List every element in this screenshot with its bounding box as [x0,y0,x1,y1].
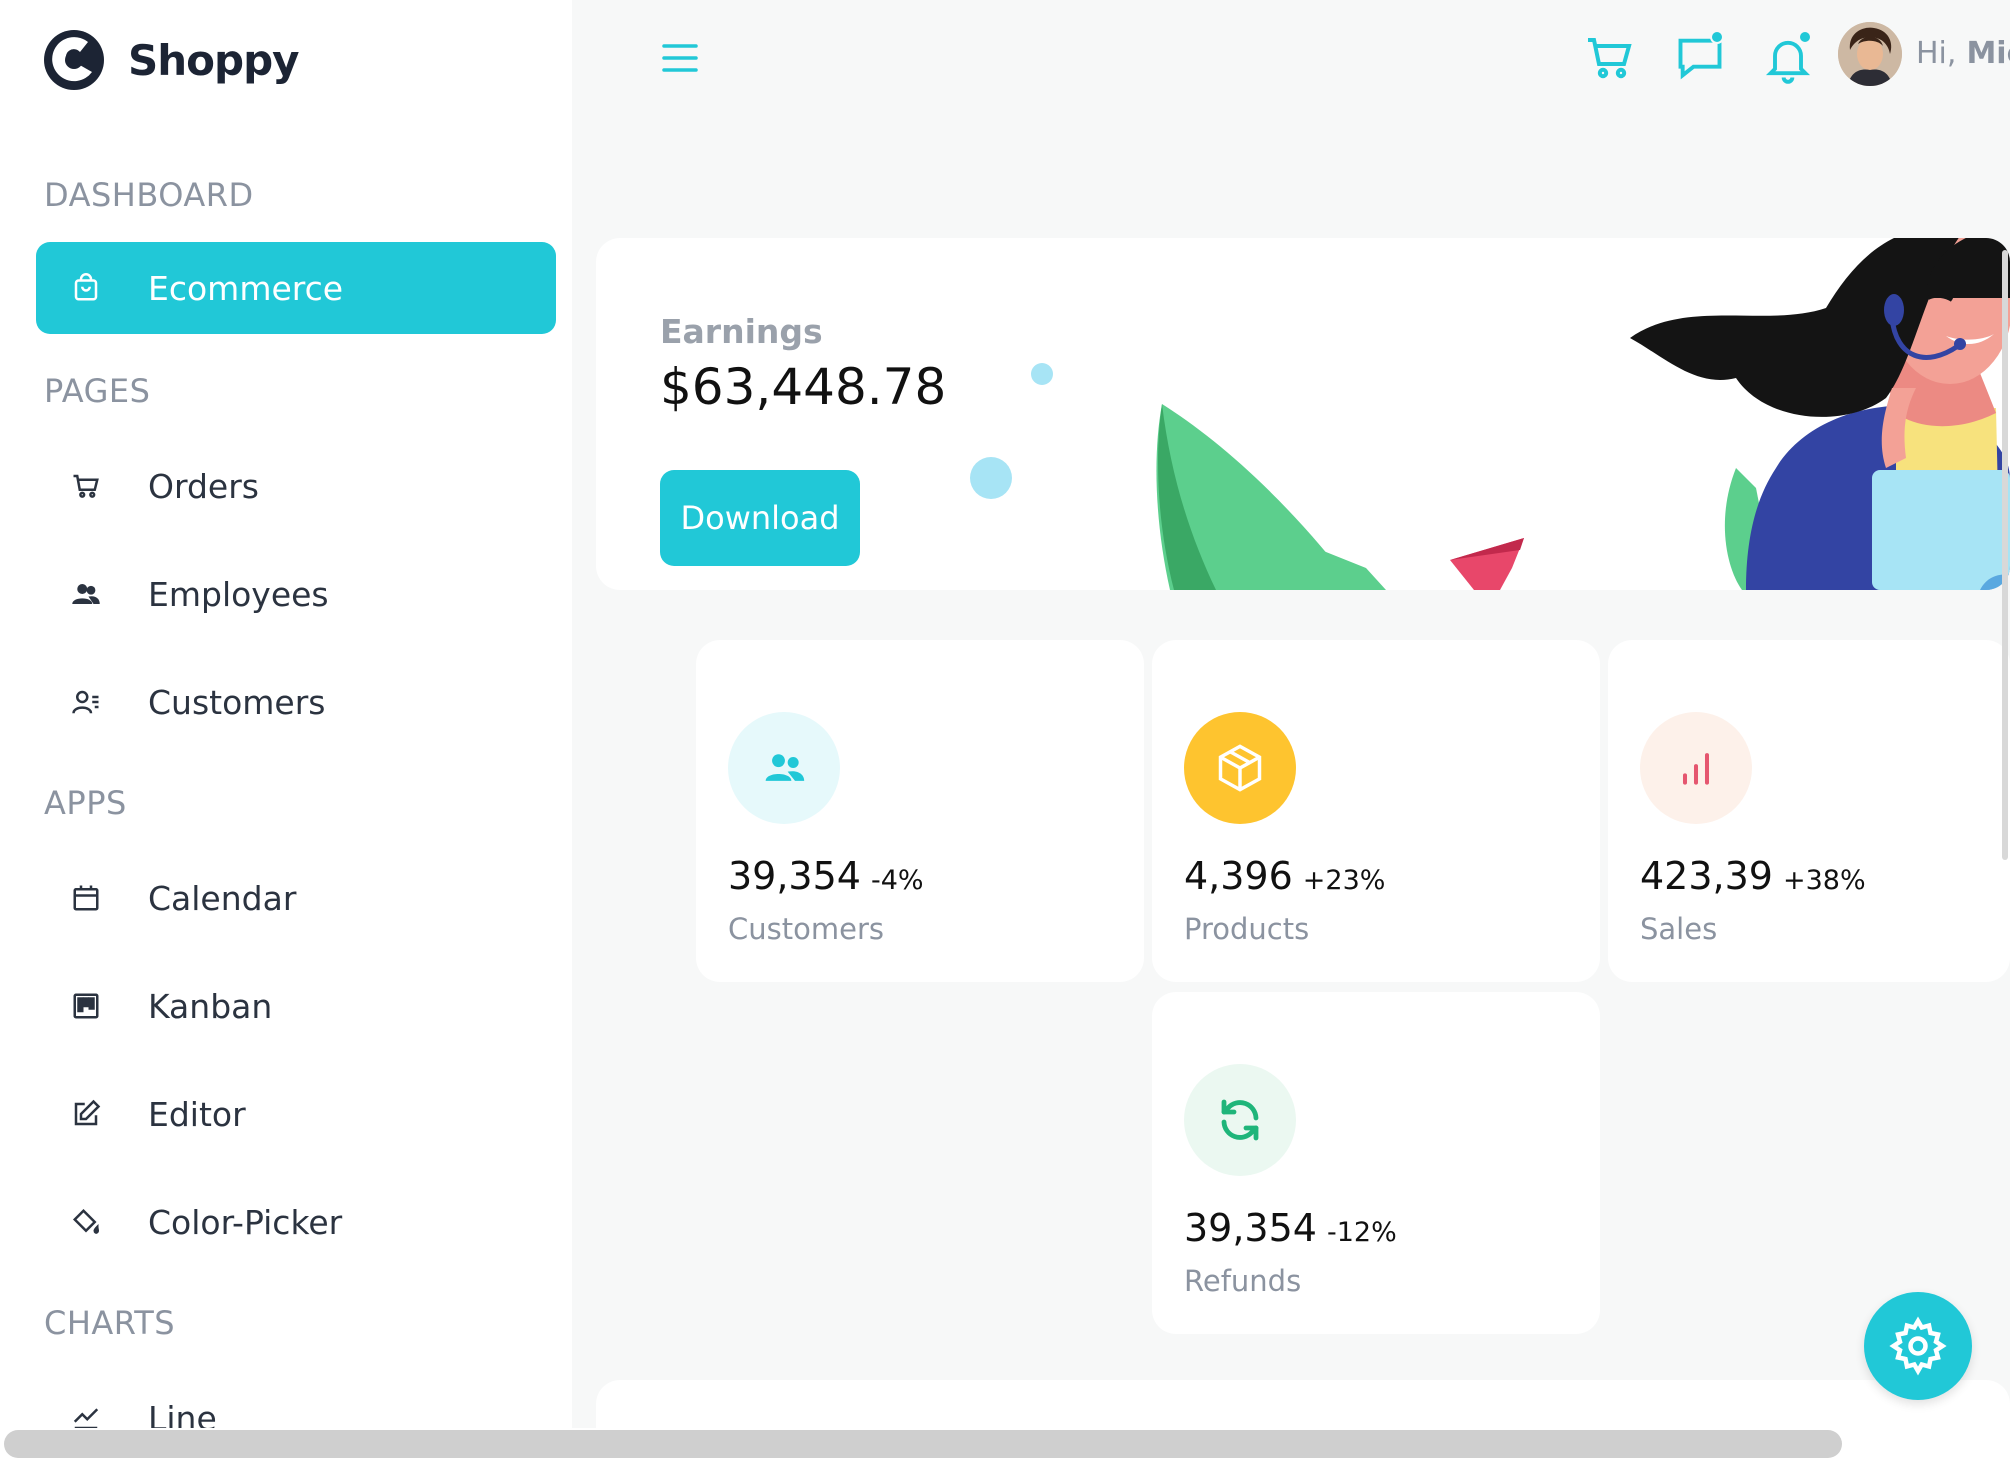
notifications-button[interactable] [1762,30,1814,84]
sidebar-item-label: Color-Picker [148,1202,343,1242]
chat-button[interactable] [1674,30,1726,84]
vertical-scrollbar[interactable] [2002,250,2008,860]
stat-value: 39,354 -4% [728,854,924,898]
section-title-apps: APPS [44,784,127,822]
sidebar: Shoppy DASHBOARD Ecommerce PAGES Orders … [0,0,572,1460]
download-button[interactable]: Download [660,470,860,566]
sidebar-item-ecommerce[interactable]: Ecommerce [36,242,556,334]
sidebar-item-calendar[interactable]: Calendar [36,852,556,944]
box-icon[interactable] [1184,712,1296,824]
stat-change: -4% [870,865,924,896]
sidebar-item-label: Editor [148,1094,246,1134]
settings-button[interactable] [1864,1292,1972,1400]
user-name: Mic [1966,36,2010,71]
section-title-charts: CHARTS [44,1304,176,1342]
edit-icon [64,1092,108,1136]
earnings-value: $63,448.78 [660,358,947,416]
stat-number: 4,396 [1184,854,1293,898]
stat-change: -12% [1326,1217,1397,1248]
sidebar-item-label: Employees [148,574,329,614]
section-title-dashboard: DASHBOARD [44,176,254,214]
greeting-text: Hi, [1916,36,1957,71]
menu-icon[interactable] [660,38,700,78]
sidebar-item-color-picker[interactable]: Color-Picker [36,1176,556,1268]
bar-chart-icon[interactable] [1640,712,1752,824]
stat-number: 423,39 [1640,854,1773,898]
stat-value: 39,354 -12% [1184,1206,1397,1250]
stat-card-customers: 39,354 -4% Customers [696,640,1144,982]
stat-number: 39,354 [728,854,861,898]
stat-value: 423,39 +38% [1640,854,1866,898]
user-greeting[interactable]: Hi, Mic [1916,36,2010,71]
stat-change: +23% [1302,865,1386,896]
cart-icon[interactable] [1586,34,1634,82]
sidebar-item-label: Kanban [148,986,273,1026]
stat-card-refunds: 39,354 -12% Refunds [1152,992,1600,1334]
sidebar-item-employees[interactable]: Employees [36,548,556,640]
stat-label: Products [1184,912,1310,946]
stat-change: +38% [1782,865,1866,896]
app-name: Shoppy [128,35,300,85]
cart-icon [64,464,108,508]
logo[interactable]: Shoppy [42,28,300,92]
stat-label: Sales [1640,912,1718,946]
gear-icon [1889,1316,1947,1376]
kanban-icon [64,984,108,1028]
sidebar-item-editor[interactable]: Editor [36,1068,556,1160]
sidebar-item-label: Customers [148,682,326,722]
earnings-card: Earnings $63,448.78 Download [596,238,2010,590]
section-title-pages: PAGES [44,372,151,410]
stat-value: 4,396 +23% [1184,854,1385,898]
chat-notification-dot [1710,30,1724,44]
avatar[interactable] [1838,22,1902,86]
sidebar-item-label: Ecommerce [148,268,344,308]
earnings-label: Earnings [660,312,823,351]
stat-card-products: 4,396 +23% Products [1152,640,1600,982]
contact-list-icon [64,680,108,724]
notification-dot [1798,30,1812,44]
people-icon [64,572,108,616]
sidebar-item-label: Calendar [148,878,297,918]
user-avatar-image [1838,22,1902,86]
calendar-icon [64,876,108,920]
sidebar-item-kanban[interactable]: Kanban [36,960,556,1052]
users-icon[interactable] [728,712,840,824]
sidebar-item-customers[interactable]: Customers [36,656,556,748]
paint-bucket-icon [64,1200,108,1244]
horizontal-scrollbar[interactable] [4,1430,1842,1458]
sidebar-item-label: Orders [148,466,259,506]
shopping-bag-icon [64,266,108,310]
stat-number: 39,354 [1184,1206,1317,1250]
refresh-icon[interactable] [1184,1064,1296,1176]
stat-label: Refunds [1184,1264,1302,1298]
stat-label: Customers [728,912,884,946]
stat-card-sales: 423,39 +38% Sales [1608,640,2010,982]
sidebar-item-orders[interactable]: Orders [36,440,556,532]
shoppy-logo-icon [44,30,104,90]
